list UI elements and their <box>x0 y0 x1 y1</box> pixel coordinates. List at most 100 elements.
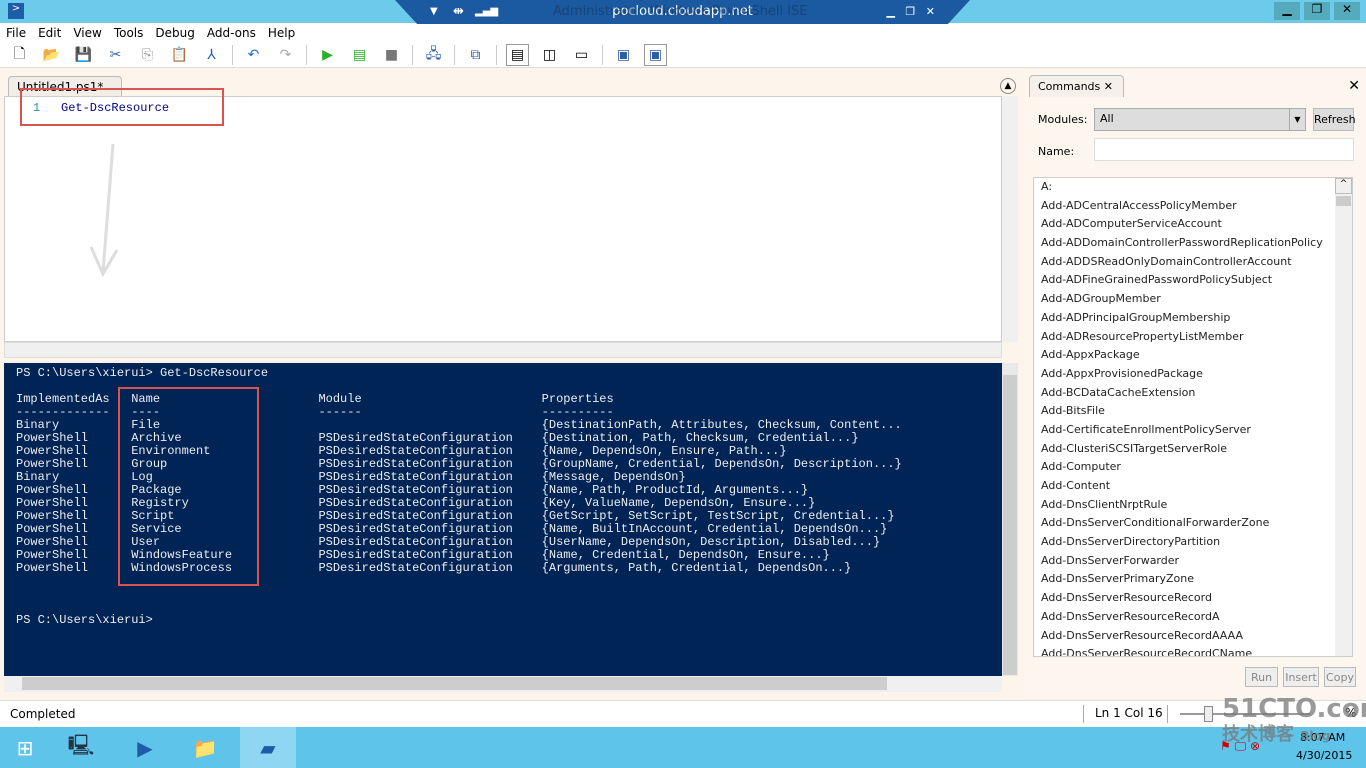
console-vertical-scrollbar[interactable] <box>1002 363 1018 676</box>
copy-button[interactable]: Copy <box>1324 667 1356 687</box>
insert-button[interactable]: Insert <box>1283 667 1319 687</box>
menu-debug[interactable]: Debug <box>149 24 200 42</box>
command-item[interactable]: Add-DnsServerResourceRecord <box>1034 589 1352 608</box>
copy-icon[interactable]: ⎘ <box>136 44 159 66</box>
command-item[interactable]: Add-ADDomainControllerPasswordReplicatio… <box>1034 234 1352 253</box>
pin-icon[interactable]: ⇹ <box>453 0 464 24</box>
command-item[interactable]: Add-ADCentralAccessPolicyMember <box>1034 197 1352 216</box>
menu-addons[interactable]: Add-ons <box>201 24 262 42</box>
close-button[interactable]: ✕ <box>1334 2 1360 20</box>
layout-max-icon[interactable]: ▭ <box>570 44 593 66</box>
run-selection-icon[interactable]: ▤ <box>348 44 371 66</box>
divider <box>412 44 413 65</box>
blank <box>16 601 1002 614</box>
open-icon[interactable]: 📂 <box>40 44 63 66</box>
undo-icon[interactable]: ↶ <box>242 44 265 66</box>
stop-icon[interactable]: ■ <box>380 44 403 66</box>
menu-view[interactable]: View <box>67 24 107 42</box>
command-item[interactable]: Add-ClusteriSCSITargetServerRole <box>1034 440 1352 459</box>
menu-help[interactable]: Help <box>262 24 301 42</box>
powershell-app-icon: > <box>8 3 24 19</box>
divider <box>602 44 603 65</box>
command-item[interactable]: Add-DnsServerPrimaryZone <box>1034 570 1352 589</box>
command-item[interactable]: Add-Computer <box>1034 458 1352 477</box>
run-icon[interactable]: ▶ <box>316 44 339 66</box>
save-icon[interactable]: 💾 <box>72 44 95 66</box>
new-icon[interactable]: 🗋 <box>8 44 31 66</box>
command-item[interactable]: Add-Content <box>1034 477 1352 496</box>
show-script-icon[interactable]: ▣ <box>612 44 635 66</box>
command-item[interactable]: Add-DnsServerDirectoryPartition <box>1034 533 1352 552</box>
arrow-annotation <box>89 143 119 277</box>
dropdown-icon[interactable]: ▼ <box>430 0 438 24</box>
commands-list[interactable]: A: Add-ADCentralAccessPolicyMember Add-ADC… <box>1033 177 1353 657</box>
command-item[interactable]: Add-DnsServerResourceRecordCName <box>1034 645 1352 656</box>
show-commands-icon[interactable]: ▣ <box>644 43 667 66</box>
editor-horizontal-scrollbar[interactable] <box>4 342 1002 358</box>
command-item[interactable]: Add-BitsFile <box>1034 402 1352 421</box>
file-explorer-icon[interactable]: 📁 <box>180 727 230 768</box>
cut-icon[interactable]: ✂ <box>104 44 127 66</box>
scroll-up-icon[interactable]: ^ <box>1335 178 1352 194</box>
powershell-ise-taskbar-icon[interactable]: ▰ <box>240 727 296 768</box>
server-manager-icon[interactable]: 🖳 <box>56 727 106 768</box>
command-item[interactable]: Add-ADFineGrainedPasswordPolicySubject <box>1034 271 1352 290</box>
divider <box>306 44 307 65</box>
name-label: Name: <box>1038 145 1075 158</box>
command-item[interactable]: Add-ADResourcePropertyListMember <box>1034 328 1352 347</box>
modules-dropdown[interactable]: All ▼ <box>1094 108 1306 131</box>
remote-icon[interactable]: 🖧 <box>422 44 445 66</box>
console-horizontal-scrollbar[interactable] <box>4 676 1002 692</box>
command-item[interactable]: Add-ADComputerServiceAccount <box>1034 215 1352 234</box>
name-input[interactable] <box>1094 138 1354 161</box>
commands-scrollbar[interactable]: ^ <box>1335 178 1352 656</box>
command-item[interactable]: Add-ADPrincipalGroupMembership <box>1034 309 1352 328</box>
redo-icon[interactable]: ↷ <box>274 44 297 66</box>
layout-top-icon[interactable]: ▤ <box>506 43 529 66</box>
scroll-thumb[interactable] <box>1336 196 1351 206</box>
layout-right-icon[interactable]: ◫ <box>538 44 561 66</box>
close-icon[interactable]: ✕ <box>1104 80 1113 93</box>
tab-commands[interactable]: Commands ✕ <box>1029 75 1124 97</box>
divider <box>454 44 455 65</box>
command-item[interactable]: Add-ADGroupMember <box>1034 290 1352 309</box>
menu-tools[interactable]: Tools <box>108 24 150 42</box>
powershell-icon[interactable]: ⧉ <box>464 44 487 66</box>
close-pane-icon[interactable]: ✕ <box>1348 78 1360 94</box>
watermark-logo: 51CTO.com技术博客 Blog <box>1222 694 1366 745</box>
minimize-button[interactable]: ▁ <box>1274 2 1300 20</box>
signal-icon: ▂▄▆ <box>475 6 499 17</box>
command-item[interactable]: Add-DnsClientNrptRule <box>1034 496 1352 515</box>
chevron-down-icon[interactable]: ▼ <box>1289 109 1305 130</box>
rdp-controls[interactable]: ▁ ❐ ✕ <box>886 0 935 24</box>
command-item[interactable]: Add-CertificateEnrollmentPolicyServer <box>1034 421 1352 440</box>
command-item[interactable]: Add-DnsServerResourceRecordAAAA <box>1034 627 1352 646</box>
command-item[interactable]: Add-DnsServerConditionalForwarderZone <box>1034 514 1352 533</box>
refresh-button[interactable]: Refresh <box>1313 108 1356 131</box>
command-item[interactable]: Add-AppxProvisionedPackage <box>1034 365 1352 384</box>
command-item[interactable]: Add-AppxPackage <box>1034 346 1352 365</box>
command-item[interactable]: Add-DnsServerResourceRecordA <box>1034 608 1352 627</box>
divider <box>1083 705 1084 723</box>
highlight-box-name-column <box>118 387 259 586</box>
menu-file[interactable]: File <box>0 24 32 42</box>
clock-date: 4/30/2015 <box>1296 749 1353 762</box>
restore-button[interactable]: ❐ <box>1304 2 1330 20</box>
start-button[interactable]: ⊞ <box>0 727 50 768</box>
zoom-slider-thumb[interactable] <box>1204 706 1213 722</box>
menu-edit[interactable]: Edit <box>32 24 67 42</box>
command-item[interactable]: A: <box>1034 178 1352 197</box>
command-item[interactable]: Add-ADDSReadOnlyDomainControllerAccount <box>1034 253 1352 272</box>
collapse-icon[interactable]: ▲ <box>1000 78 1016 94</box>
editor-vertical-scrollbar[interactable] <box>1002 96 1018 342</box>
run-button[interactable]: Run <box>1245 667 1278 687</box>
toolbar: 🗋 📂 💾 ✂ ⎘ 📋 ⅄ ↶ ↷ ▶ ▤ ■ 🖧 ⧉ ▤ ◫ ▭ ▣ ▣ <box>0 42 1366 68</box>
tab-label: Commands <box>1038 80 1101 93</box>
powershell-taskbar-icon[interactable]: ▶ <box>120 727 170 768</box>
console-prompt: PS C:\Users\xierui> <box>16 613 153 627</box>
script-editor[interactable]: 1 Get-DscResource <box>4 96 1002 342</box>
command-item[interactable]: Add-DnsServerForwarder <box>1034 552 1352 571</box>
clear-icon[interactable]: ⅄ <box>200 44 223 66</box>
paste-icon[interactable]: 📋 <box>168 44 191 66</box>
command-item[interactable]: Add-BCDataCacheExtension <box>1034 384 1352 403</box>
